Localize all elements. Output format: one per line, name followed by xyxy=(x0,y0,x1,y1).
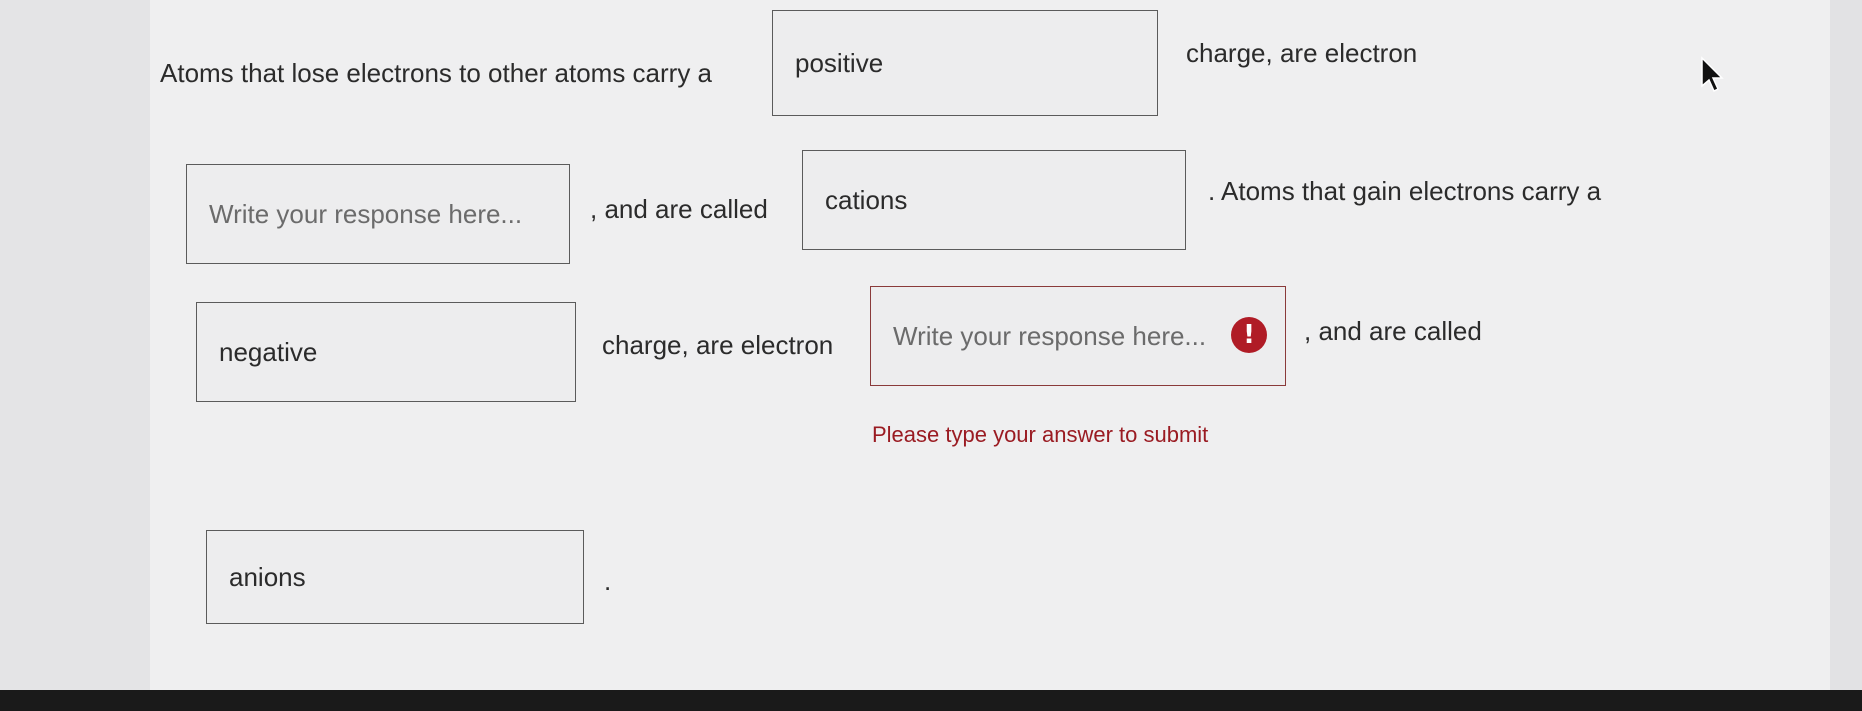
sentence-fragment-6: , and are called xyxy=(1304,316,1482,346)
blank-5-box[interactable]: ! xyxy=(870,286,1286,386)
blank-5-input[interactable] xyxy=(871,287,1285,385)
screen: Atoms that lose electrons to other atoms… xyxy=(0,0,1862,690)
blank-4-input[interactable] xyxy=(197,303,575,401)
sentence-fragment-7: . xyxy=(604,566,612,596)
sentence-fragment-4: . Atoms that gain electrons carry a xyxy=(1208,176,1602,206)
blank-6-box[interactable] xyxy=(206,530,584,624)
blank-3-input[interactable] xyxy=(803,151,1185,249)
blank-3-box[interactable] xyxy=(802,150,1186,250)
left-gutter xyxy=(0,0,150,690)
sentence-fragment-5: charge, are electron xyxy=(602,330,834,360)
blank-6-input[interactable] xyxy=(207,531,583,623)
validation-message: Please type your answer to submit xyxy=(872,422,1209,447)
blank-1-input[interactable] xyxy=(773,11,1157,115)
blank-4-box[interactable] xyxy=(196,302,576,402)
error-icon: ! xyxy=(1231,317,1267,353)
sentence-fragment-3: , and are called xyxy=(590,194,768,224)
blank-1-box[interactable] xyxy=(772,10,1158,116)
mouse-cursor-icon xyxy=(1701,56,1724,93)
sentence-fragment-1: Atoms that lose electrons to other atoms… xyxy=(160,58,713,88)
right-scroll-strip xyxy=(1830,0,1862,690)
blank-2-input[interactable] xyxy=(187,165,569,263)
sentence-fragment-2: charge, are electron xyxy=(1186,38,1418,68)
blank-2-box[interactable] xyxy=(186,164,570,264)
